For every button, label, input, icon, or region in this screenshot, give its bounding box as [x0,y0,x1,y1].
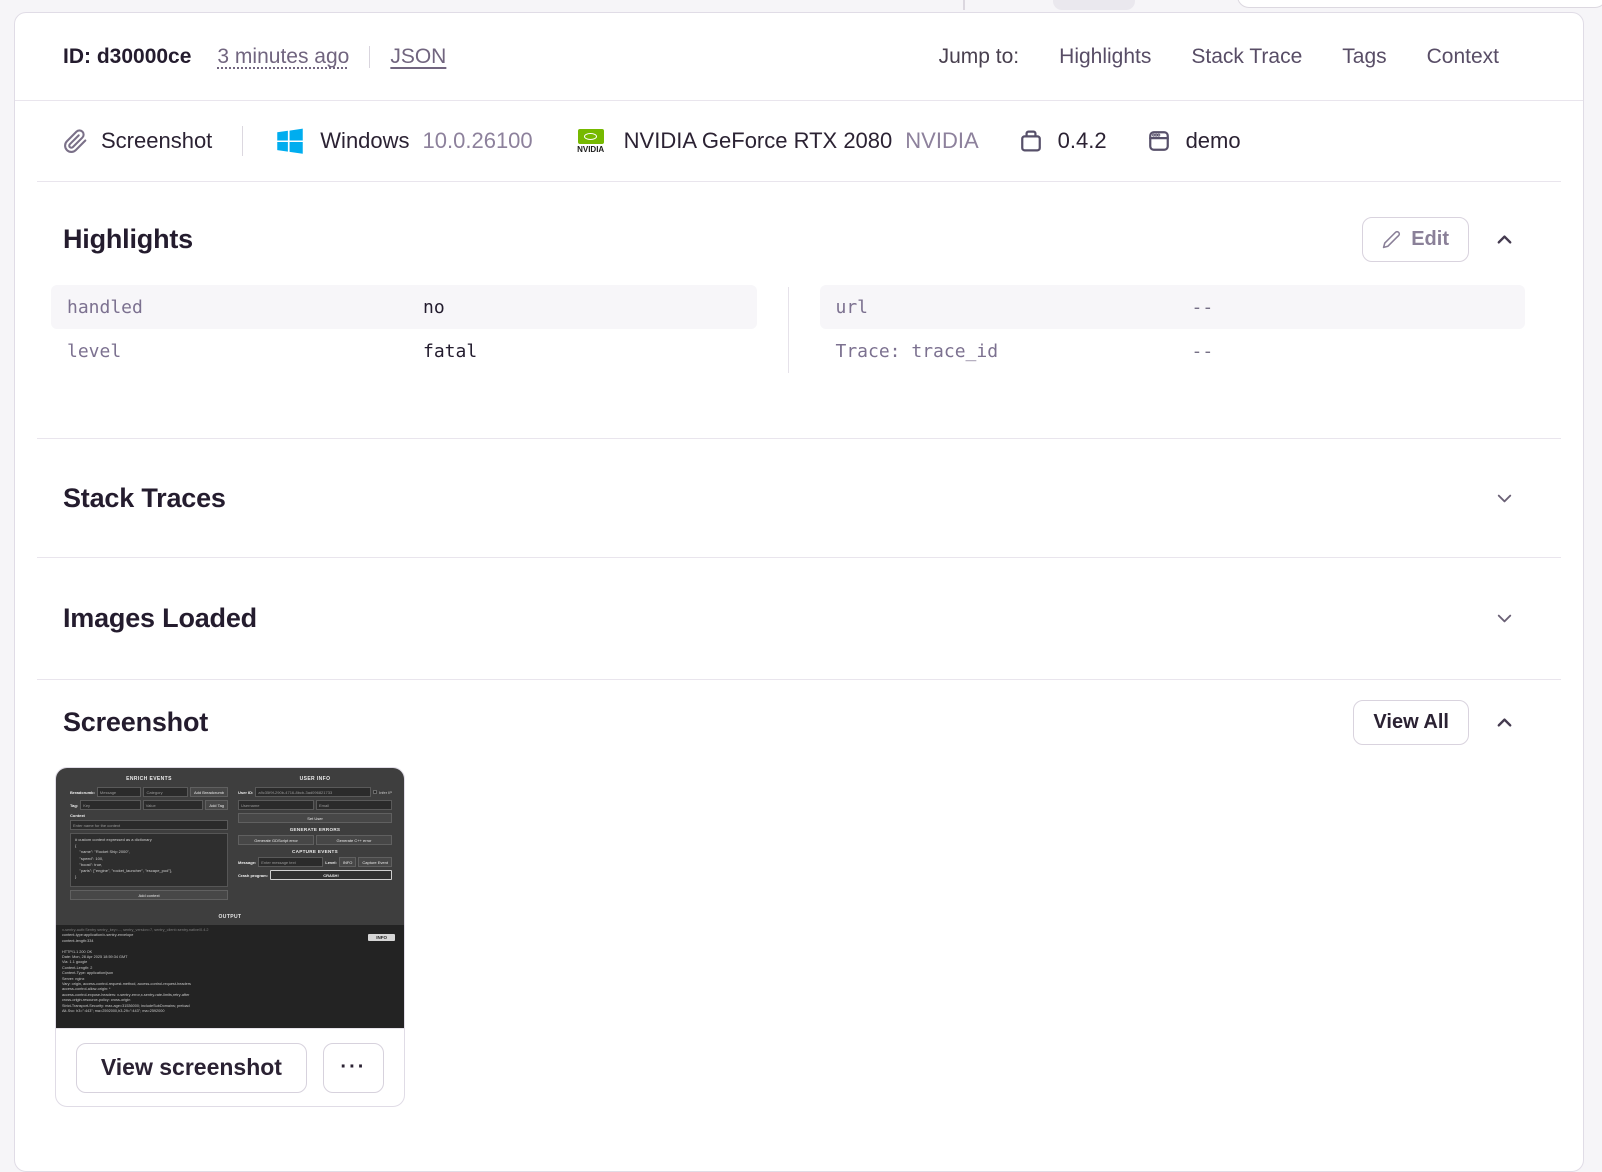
os-name: Windows [320,128,410,153]
screenshot-card-footer: View screenshot ··· [56,1029,404,1106]
thumb-info-badge: INFO [368,934,395,941]
context-divider [242,126,244,156]
expand-stack-traces-chevron-down-icon[interactable] [1493,487,1516,510]
gpu-context: NVIDIA NVIDIA GeForce RTX 2080 NVIDIA [571,128,979,154]
screenshot-section: Screenshot View All ENRICH EVENTS Breadc… [15,680,1583,1107]
json-link[interactable]: JSON [390,45,446,69]
highlights-right-column: url -- Trace: trace_id -- [819,285,1525,373]
thumb-user-info-panel: USER INFO User ID: a9c35f9f-290b-4716-8b… [238,776,392,883]
highlight-row-level: level fatal [67,340,478,362]
os-version: 10.0.26100 [422,128,533,153]
cutoff-toolbar-pill [1053,0,1135,10]
event-id: ID: d30000ce [63,44,192,68]
screenshot-more-options-button[interactable]: ··· [322,1042,384,1093]
jump-to-label: Jump to: [938,44,1020,68]
app-context: demo [1145,127,1241,155]
release-context: 0.4.2 [1017,127,1107,155]
release-version: 0.4.2 [1057,128,1107,153]
jump-link-context[interactable]: Context [1427,45,1499,69]
highlights-title: Highlights [63,224,193,254]
cutoff-toolbar-divider [963,0,965,10]
collapse-screenshot-chevron-up-icon[interactable] [1493,711,1516,734]
header-divider [369,45,371,68]
thumb-output-title: OUTPUT [218,914,242,920]
cutoff-toolbar-panel [1237,0,1602,8]
context-bar: Screenshot Windows 10.0.26100 NVIDIA NVI… [15,101,1583,181]
screenshot-thumbnail-image[interactable]: ENRICH EVENTS Breadcrumb: Message Catego… [56,768,404,1029]
thumb-terminal: x-sentry-auth:Sentry sentry_key=..., sen… [56,925,404,1028]
screenshot-title: Screenshot [63,707,209,737]
jump-link-highlights[interactable]: Highlights [1059,45,1151,69]
jump-link-stack-trace[interactable]: Stack Trace [1191,45,1302,69]
gpu-vendor: NVIDIA [905,128,979,153]
stack-traces-section: Stack Traces [15,439,1583,557]
windows-logo-icon [273,124,307,158]
highlights-section: Highlights Edit handled no level fatal u… [15,182,1583,438]
edit-highlights-button[interactable]: Edit [1362,217,1469,262]
highlight-row-url: url -- [819,285,1525,329]
thumb-enrich-panel: ENRICH EVENTS Breadcrumb: Message Catego… [70,776,229,903]
os-context: Windows 10.0.26100 [273,124,533,158]
attachment-screenshot-chip[interactable]: Screenshot [63,128,212,154]
time-ago-link[interactable]: 3 minutes ago [217,45,349,69]
expand-images-loaded-chevron-down-icon[interactable] [1493,607,1516,630]
jump-link-tags[interactable]: Tags [1342,45,1386,69]
view-all-screenshots-button[interactable]: View All [1353,700,1469,745]
screenshot-thumbnail-card: ENRICH EVENTS Breadcrumb: Message Catego… [55,767,405,1107]
images-loaded-section: Images Loaded [15,558,1583,679]
collapse-highlights-chevron-up-icon[interactable] [1493,228,1516,251]
screenshot-chip-label: Screenshot [101,128,213,153]
app-name: demo [1185,128,1241,153]
paperclip-icon [63,128,88,154]
view-screenshot-button[interactable]: View screenshot [76,1042,307,1093]
highlights-grid: handled no level fatal url -- Trace: tra… [51,285,1525,373]
highlights-left-column: handled no level fatal [51,285,757,373]
highlight-row-trace-id: Trace: trace_id -- [835,340,1214,362]
highlights-column-divider [787,287,789,373]
stack-traces-title: Stack Traces [63,482,226,513]
gpu-name: NVIDIA GeForce RTX 2080 [623,128,893,153]
release-box-icon [1017,127,1045,155]
pencil-icon [1382,230,1401,249]
event-header: ID: d30000ce 3 minutes ago JSON Jump to:… [15,13,1583,100]
nvidia-logo-icon: NVIDIA [571,128,611,154]
event-detail-card: ID: d30000ce 3 minutes ago JSON Jump to:… [14,12,1584,1172]
images-loaded-title: Images Loaded [63,603,257,633]
app-window-icon [1145,127,1173,155]
highlight-row-handled: handled no [51,285,757,329]
